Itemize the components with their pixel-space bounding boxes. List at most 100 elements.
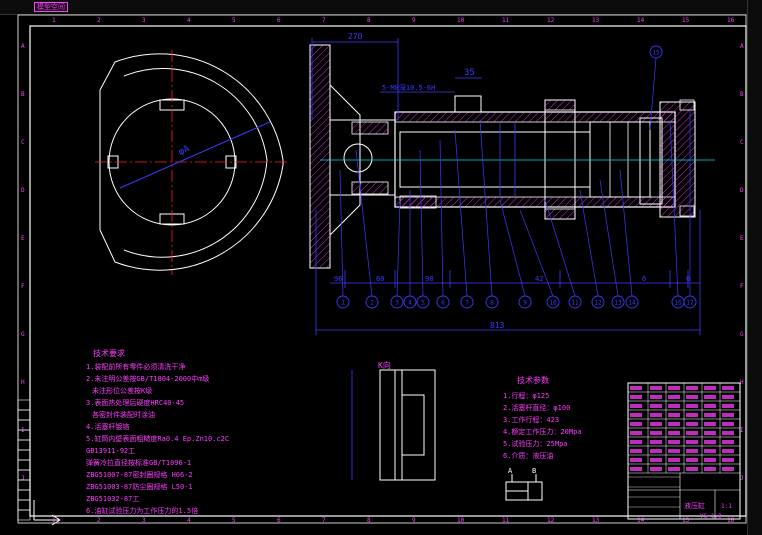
- tech-param-line: 1.行程：φ125: [503, 391, 549, 400]
- title-block-text: [630, 404, 642, 408]
- border-letter: E: [740, 235, 744, 242]
- title-block-text: [668, 467, 680, 471]
- border-number: 7: [322, 517, 326, 524]
- border-letter: H: [740, 379, 744, 386]
- technical-parameters: 技术参数 1.行程：φ125 2.活塞杆直径：φ100 3.工作行程：423 4.额定…: [503, 375, 582, 460]
- border-number: 9: [412, 517, 416, 524]
- border-number: 14: [637, 517, 645, 524]
- title-block-text: [668, 395, 680, 399]
- dim-98: 98: [425, 275, 433, 283]
- title-block-text: [722, 431, 734, 435]
- title-block-text: [704, 431, 716, 435]
- border-number: 9: [412, 17, 416, 24]
- border-number: 1: [52, 17, 56, 24]
- title-block-text: [668, 431, 680, 435]
- diameter-leader: [119, 121, 271, 189]
- title-block-text: [650, 449, 662, 453]
- balloon-number: 17: [686, 300, 694, 307]
- cad-drawing-canvas[interactable]: 1122334455667788991010111112121313141415…: [0, 0, 762, 535]
- title-block-text: [722, 458, 734, 462]
- tech-req-line: 3.表面热处理后硬度HRC40-45: [86, 398, 184, 407]
- border-number: 3: [142, 517, 146, 524]
- title-block-text: [704, 440, 716, 444]
- balloon-number: 12: [594, 300, 602, 307]
- tech-param-line: 4.额定工作压力：20Mpa: [503, 427, 582, 436]
- border-number: 6: [277, 517, 281, 524]
- border-letter: D: [740, 187, 744, 194]
- border-number: 14: [637, 17, 645, 24]
- tech-param-line: 6.介质：液压油: [503, 451, 553, 460]
- revision-cell: [17, 439, 31, 451]
- title-block-text: [650, 395, 662, 399]
- title-block-text: [630, 422, 642, 426]
- border-letter: C: [21, 139, 25, 146]
- title-block-text: [722, 467, 734, 471]
- title-block-text: [686, 395, 698, 399]
- tech-param-line: 2.活塞杆直径：φ100: [503, 403, 570, 412]
- border-number: 13: [592, 517, 600, 524]
- dim-270: 270: [348, 32, 363, 41]
- border-number: 11: [502, 517, 510, 524]
- title-block-text: [668, 386, 680, 390]
- title-block-text: [668, 404, 680, 408]
- balloon-number: 10: [549, 300, 557, 307]
- title-block-text: [722, 395, 734, 399]
- tech-param-line: 3.工作行程：423: [503, 415, 559, 424]
- title-block-text: [630, 395, 642, 399]
- border-number: 5: [232, 17, 236, 24]
- tech-req-line: ZBG51003-87防尘圈规格 L50-1: [86, 482, 193, 491]
- title-block-text: [650, 458, 662, 462]
- title-block-text: [668, 458, 680, 462]
- border-number: 6: [277, 17, 281, 24]
- tech-req-line: 各密封件装配时涂油: [92, 410, 155, 419]
- title-block-text: [650, 413, 662, 417]
- title-block-text: [686, 440, 698, 444]
- border-letter: B: [740, 91, 744, 98]
- balloon-number: 11: [571, 300, 579, 307]
- title-block-text: [722, 449, 734, 453]
- balloon-number: 14: [628, 300, 636, 307]
- border-letter: G: [740, 331, 744, 338]
- ucs-icon: [33, 500, 61, 526]
- border-letter: H: [21, 379, 25, 386]
- tech-req-title: 技术要求: [93, 348, 125, 358]
- dim-6b: 6: [686, 275, 690, 283]
- balloon-number: 6: [441, 300, 445, 307]
- title-block-text: [722, 413, 734, 417]
- title-block-text: [704, 458, 716, 462]
- title-block-text: [630, 413, 642, 417]
- title-block-text: [722, 422, 734, 426]
- dim-42: 42: [535, 275, 543, 283]
- border-number: 2: [97, 517, 101, 524]
- border-letter: F: [740, 283, 744, 290]
- title-block-text: [686, 413, 698, 417]
- title-block-text: [686, 431, 698, 435]
- port-b: B: [532, 467, 536, 475]
- tech-req-line: GB13911-92工: [86, 447, 135, 455]
- revision-cell: [17, 489, 31, 501]
- title-block-text: [668, 422, 680, 426]
- title-block-text: [704, 413, 716, 417]
- revision-cell: [17, 409, 31, 421]
- tech-req-line: 1.装配前所有零件必须清洗干净: [86, 362, 185, 371]
- border-number: 10: [457, 17, 465, 24]
- revision-cell: [17, 459, 31, 471]
- tech-req-line: ZBG51007-87密封圈规格 H06-2: [86, 470, 193, 479]
- tech-req-line: 4.活塞杆镀铬: [86, 422, 129, 431]
- border-number: 13: [592, 17, 600, 24]
- title-block-text: [704, 395, 716, 399]
- tech-req-line: ZBG51032-87工: [86, 495, 139, 503]
- title-block-text: [650, 440, 662, 444]
- title-block-text: [650, 431, 662, 435]
- border-number: 8: [367, 17, 371, 24]
- border-number: 4: [187, 17, 191, 24]
- border-letter: E: [21, 235, 25, 242]
- border-letter: C: [740, 139, 744, 146]
- title-block-text: [650, 404, 662, 408]
- balloon-number: 16: [674, 300, 682, 307]
- dim-813: 813: [490, 321, 505, 330]
- balloon-number: 7: [465, 300, 469, 307]
- balloon-leader: [619, 169, 633, 297]
- title-block-text: [668, 413, 680, 417]
- balloon-number: 2: [370, 300, 374, 307]
